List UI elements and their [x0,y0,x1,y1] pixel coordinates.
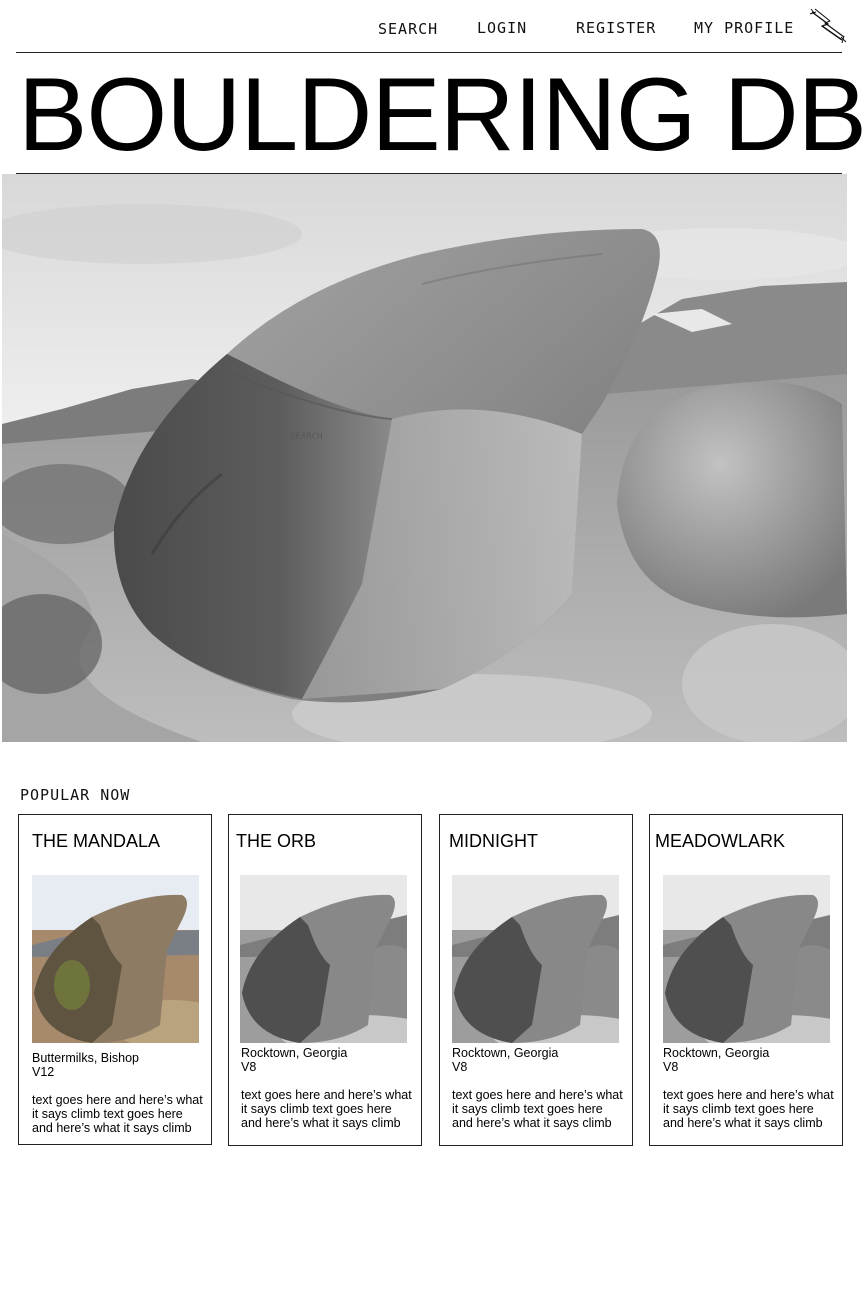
hero-image: SEARCH [2,174,847,742]
hero-caption: SEARCH [290,432,323,442]
climb-grade: V8 [452,1060,468,1074]
climb-name: MEADOWLARK [655,831,786,851]
climb-description: text goes here and here’s what it says c… [663,1088,834,1130]
climb-photo [32,875,199,1043]
climb-card[interactable]: THE ORB Rocktown, Georgia V8 text goes h… [228,814,422,1146]
climb-photo [452,875,619,1043]
climb-photo [240,875,407,1043]
site-title: BOULDERING DB [18,57,866,173]
climb-card[interactable]: THE MANDALA Buttermilks, Bishop V12 text… [18,814,212,1145]
climb-name: THE MANDALA [32,831,161,851]
nav-search-link[interactable]: SEARCH [378,20,438,38]
climb-location: Rocktown, Georgia [452,1046,559,1060]
header-divider-top [16,52,842,53]
top-nav: SEARCH LOGIN REGISTER MY PROFILE [0,0,866,52]
climb-description: text goes here and here’s what it says c… [452,1088,623,1130]
climb-grade: V12 [32,1065,55,1079]
climb-description: text goes here and here’s what it says c… [241,1088,412,1130]
popular-heading: POPULAR NOW [20,786,131,804]
climb-location: Buttermilks, Bishop [32,1051,139,1065]
nav-register-link[interactable]: REGISTER [576,19,656,37]
climb-name: MIDNIGHT [449,831,538,851]
climb-photo [663,875,830,1043]
nav-profile-link[interactable]: MY PROFILE [694,19,794,37]
climb-name: THE ORB [236,831,317,851]
climb-location: Rocktown, Georgia [241,1046,348,1060]
climb-card[interactable]: MEADOWLARK Rocktown, Georgia V8 text goe… [649,814,843,1146]
nav-login-link[interactable]: LOGIN [477,19,527,37]
climb-card[interactable]: MIDNIGHT Rocktown, Georgia V8 text goes … [439,814,633,1146]
climb-location: Rocktown, Georgia [663,1046,770,1060]
lightning-logo-icon[interactable] [808,6,848,44]
climb-grade: V8 [241,1060,257,1074]
climb-grade: V8 [663,1060,679,1074]
climb-description: text goes here and here’s what it says c… [32,1093,203,1135]
